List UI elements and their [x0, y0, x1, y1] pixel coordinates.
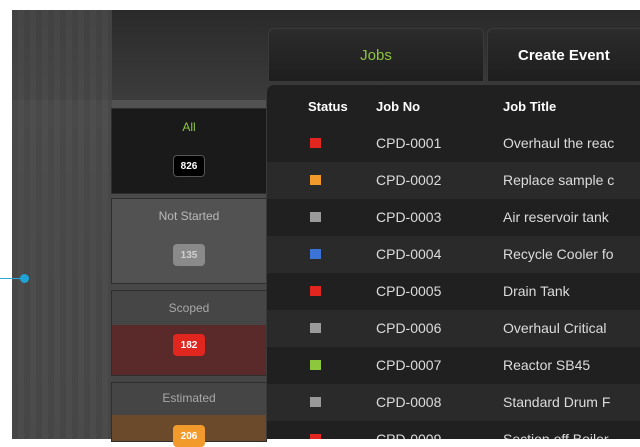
job-title: Reactor SB45	[503, 357, 591, 373]
job-no: CPD-0008	[376, 394, 442, 410]
job-title: Replace sample c	[503, 172, 615, 188]
job-no: CPD-0009	[376, 431, 442, 439]
tab-jobs-label: Jobs	[360, 46, 392, 64]
column-header-job-title[interactable]: Job Title	[503, 99, 556, 114]
table-row[interactable]: CPD-0005 Drain Tank	[267, 273, 640, 310]
filter-scoped[interactable]: Scoped 182	[111, 290, 267, 376]
status-indicator	[310, 286, 321, 296]
table-row[interactable]: CPD-0002 Replace sample c	[267, 162, 640, 199]
column-header-status[interactable]: Status	[308, 99, 348, 114]
table-row[interactable]: CPD-0004 Recycle Cooler fo	[267, 236, 640, 273]
status-indicator	[310, 323, 321, 333]
filter-label: Estimated	[162, 391, 216, 405]
filter-estimated[interactable]: Estimated 206	[111, 382, 267, 447]
job-title: Air reservoir tank	[503, 209, 609, 225]
filter-label: Not Started	[158, 209, 220, 223]
job-title: Overhaul the reac	[503, 135, 615, 151]
status-indicator	[310, 175, 321, 185]
table-row[interactable]: CPD-0007 Reactor SB45	[267, 347, 640, 384]
status-indicator	[310, 138, 321, 148]
filter-label: Scoped	[168, 301, 210, 315]
table-row[interactable]: CPD-0006 Overhaul Critical	[267, 310, 640, 347]
job-title: Drain Tank	[503, 283, 570, 299]
tab-jobs[interactable]: Jobs	[268, 28, 484, 82]
table-row[interactable]: CPD-0009 Section off Boiler	[267, 421, 640, 439]
job-no: CPD-0007	[376, 357, 442, 373]
filter-label: All	[182, 120, 196, 134]
count-badge: 182	[173, 334, 205, 356]
count-badge: 826	[173, 155, 205, 177]
job-no: CPD-0006	[376, 320, 442, 336]
job-title: Overhaul Critical	[503, 320, 607, 336]
table-row[interactable]: CPD-0003 Air reservoir tank	[267, 199, 640, 236]
job-no: CPD-0005	[376, 283, 442, 299]
column-header-job-no[interactable]: Job No	[376, 99, 420, 114]
status-indicator	[310, 397, 321, 407]
count-badge: 206	[173, 425, 205, 447]
job-no: CPD-0003	[376, 209, 442, 225]
table-row[interactable]: CPD-0001 Overhaul the reac	[267, 125, 640, 162]
status-indicator	[310, 434, 321, 439]
status-indicator	[310, 249, 321, 259]
job-title: Recycle Cooler fo	[503, 246, 614, 262]
job-no: CPD-0004	[376, 246, 442, 262]
jobs-table: Status Job No Job Title CPD-0001 Overhau…	[266, 84, 640, 439]
job-no: CPD-0001	[376, 135, 442, 151]
tab-create-event[interactable]: Create Event	[487, 28, 640, 82]
status-indicator	[310, 360, 321, 370]
filter-not-started[interactable]: Not Started 135	[111, 198, 267, 284]
job-no: CPD-0002	[376, 172, 442, 188]
callout-dot	[20, 274, 29, 283]
filter-all[interactable]: All 826	[111, 108, 267, 194]
status-indicator	[310, 212, 321, 222]
count-badge: 135	[173, 244, 205, 266]
tab-create-event-label: Create Event	[518, 46, 610, 64]
table-row[interactable]: CPD-0008 Standard Drum F	[267, 384, 640, 421]
job-title: Section off Boiler	[503, 431, 609, 439]
job-title: Standard Drum F	[503, 394, 611, 410]
table-header: Status Job No Job Title	[267, 85, 640, 125]
background-stripes	[12, 10, 112, 439]
